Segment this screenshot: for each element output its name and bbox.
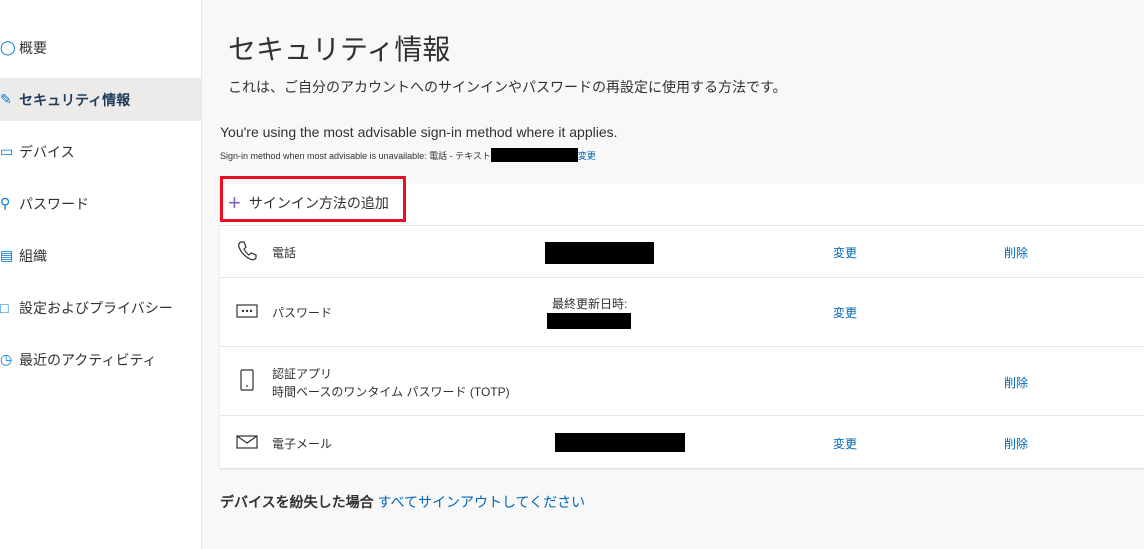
plus-icon: + — [228, 190, 241, 215]
method-detail: 時間ベースのワンタイム パスワード (TOTP) — [272, 385, 510, 399]
fallback-change-link[interactable]: 変更 — [578, 149, 596, 162]
change-link[interactable]: 変更 — [833, 435, 857, 452]
method-name: 電話 — [272, 246, 297, 260]
delete-link[interactable]: 削除 — [1004, 435, 1028, 452]
person-edit-icon: ✎ — [0, 91, 12, 107]
mobile-icon — [236, 369, 258, 391]
method-row-password: パスワード 最終更新日時: 変更 — [220, 277, 1144, 346]
lost-device: デバイスを紛失した場合 すべてサインアウトしてください — [220, 492, 585, 512]
fallback-label: Sign-in method when most advisable is un… — [220, 150, 491, 161]
redacted-value — [555, 433, 685, 452]
sidebar-item-overview[interactable]: ◯ 概要 — [0, 26, 202, 69]
method-row-phone: 電話 変更 削除 — [220, 225, 1144, 277]
page-subtitle: これは、ご自分のアカウントへのサインインやパスワードの再設定に使用する方法です。 — [228, 79, 787, 95]
change-link[interactable]: 変更 — [833, 304, 857, 321]
add-method-button[interactable]: + サインイン方法の追加 — [228, 192, 389, 214]
clock-icon: ◷ — [0, 351, 13, 367]
sidebar-item-settings-privacy[interactable]: □ 設定およびプライバシー — [0, 286, 202, 329]
person-icon: ◯ — [0, 39, 16, 55]
delete-link[interactable]: 削除 — [1004, 244, 1028, 261]
phone-icon — [236, 240, 258, 262]
page-title: セキュリティ情報 — [228, 34, 451, 65]
lost-device-label: デバイスを紛失した場合 — [220, 494, 374, 510]
redacted-value — [490, 148, 578, 162]
method-name: パスワード — [272, 306, 333, 320]
add-method-label: サインイン方法の追加 — [248, 195, 389, 211]
method-row-authenticator: 認証アプリ 時間ベースのワンタイム パスワード (TOTP) 削除 — [220, 346, 1144, 415]
sidebar-item-security-info[interactable]: ✎ セキュリティ情報 — [0, 78, 202, 121]
methods-card: + サインイン方法の追加 電話 変更 削除 パスワード 最終更新日時: 変更 認… — [220, 176, 1144, 468]
advisable-message: You're using the most advisable sign-in … — [220, 124, 618, 140]
key-icon: ⚲ — [0, 195, 11, 211]
sidebar-item-organization[interactable]: ▤ 組織 — [0, 234, 202, 277]
briefcase-icon: ▤ — [0, 247, 14, 263]
delete-link[interactable]: 削除 — [1004, 374, 1028, 391]
method-name: 認証アプリ — [272, 367, 333, 381]
fallback-method: Sign-in method when most advisable is un… — [220, 148, 596, 162]
laptop-icon: ▭ — [0, 143, 14, 159]
redacted-value — [545, 242, 654, 264]
password-icon — [236, 304, 258, 318]
mail-icon — [236, 435, 258, 449]
method-row-email: 電子メール 変更 削除 — [220, 415, 1144, 468]
sidebar: ◯ 概要 ✎ セキュリティ情報 ▭ デバイス ⚲ パスワード ▤ 組織 □ 設定およびプライ… — [0, 0, 202, 549]
change-link[interactable]: 変更 — [833, 244, 857, 261]
main-content: セキュリティ情報 これは、ご自分のアカウントへのサインインやパスワードの再設定に… — [203, 0, 1144, 549]
last-updated-label: 最終更新日時: — [552, 297, 628, 311]
method-name: 電子メール — [272, 437, 333, 451]
sidebar-item-devices[interactable]: ▭ デバイス — [0, 130, 202, 173]
sidebar-item-recent-activity[interactable]: ◷ 最近のアクティビティ — [0, 338, 202, 381]
sidebar-item-password[interactable]: ⚲ パスワード — [0, 182, 202, 225]
lock-icon: □ — [0, 299, 9, 316]
sign-out-everywhere-link[interactable]: すべてサインアウトしてください — [377, 494, 585, 510]
redacted-value — [547, 313, 631, 329]
